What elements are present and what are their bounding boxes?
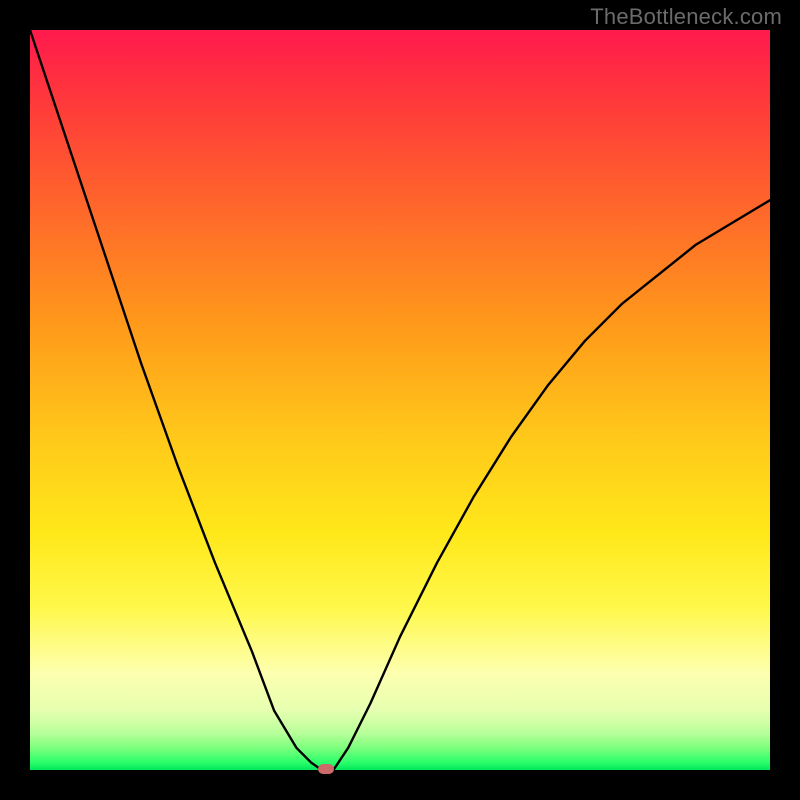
optimal-marker (318, 764, 334, 774)
plot-area (30, 30, 770, 770)
chart-frame: TheBottleneck.com (0, 0, 800, 800)
bottleneck-curve (30, 30, 770, 770)
watermark-text: TheBottleneck.com (590, 4, 782, 30)
curve-path (30, 30, 770, 770)
